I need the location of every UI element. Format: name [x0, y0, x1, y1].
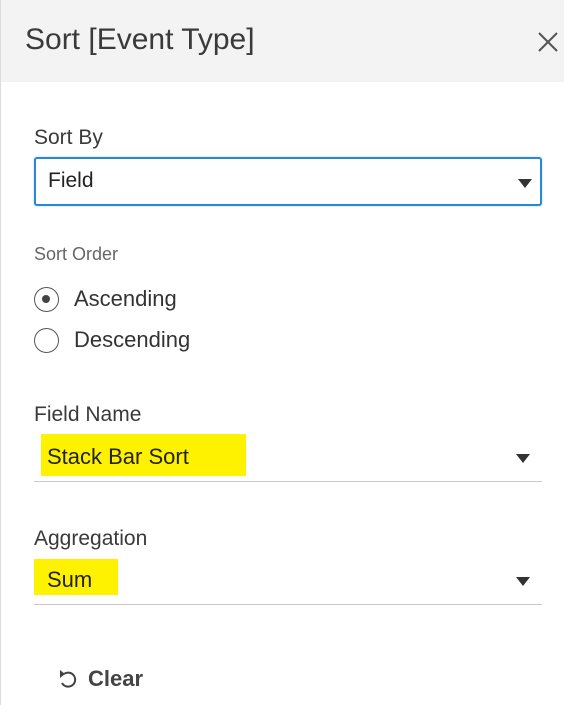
sort-dialog: Sort [Event Type] Sort By Field Sort Ord… [0, 0, 564, 705]
radio-label-ascending: Ascending [74, 286, 177, 311]
aggregation-select[interactable]: Sum [34, 557, 542, 605]
undo-icon [60, 670, 77, 688]
close-button[interactable] [533, 24, 564, 60]
field-name-select[interactable]: Stack Bar Sort [34, 434, 542, 482]
close-icon [538, 32, 558, 52]
dialog-title: Sort [Event Type] [25, 23, 255, 56]
radio-dot [42, 295, 50, 303]
clear-label: Clear [88, 666, 144, 691]
sort-by-select[interactable]: Field [34, 157, 542, 206]
radio-descending[interactable]: Descending [34, 327, 244, 357]
field-name-value: Stack Bar Sort [47, 444, 189, 469]
clear-button[interactable]: Clear [57, 664, 157, 696]
sort-by-value: Field [48, 169, 94, 192]
sort-by-label: Sort By [34, 126, 103, 149]
radio-button-selected[interactable] [34, 287, 59, 312]
aggregation-value: Sum [47, 567, 93, 592]
sort-order-label: Sort Order [34, 244, 119, 264]
radio-label-descending: Descending [74, 327, 191, 352]
chevron-down-icon [516, 454, 530, 463]
chevron-down-icon [518, 179, 532, 188]
radio-button-unselected[interactable] [34, 328, 59, 353]
aggregation-label: Aggregation [34, 527, 148, 550]
dialog-header: Sort [Event Type] [1, 0, 564, 82]
field-name-label: Field Name [34, 403, 142, 426]
radio-ascending[interactable]: Ascending [34, 286, 234, 316]
chevron-down-icon [516, 577, 530, 586]
